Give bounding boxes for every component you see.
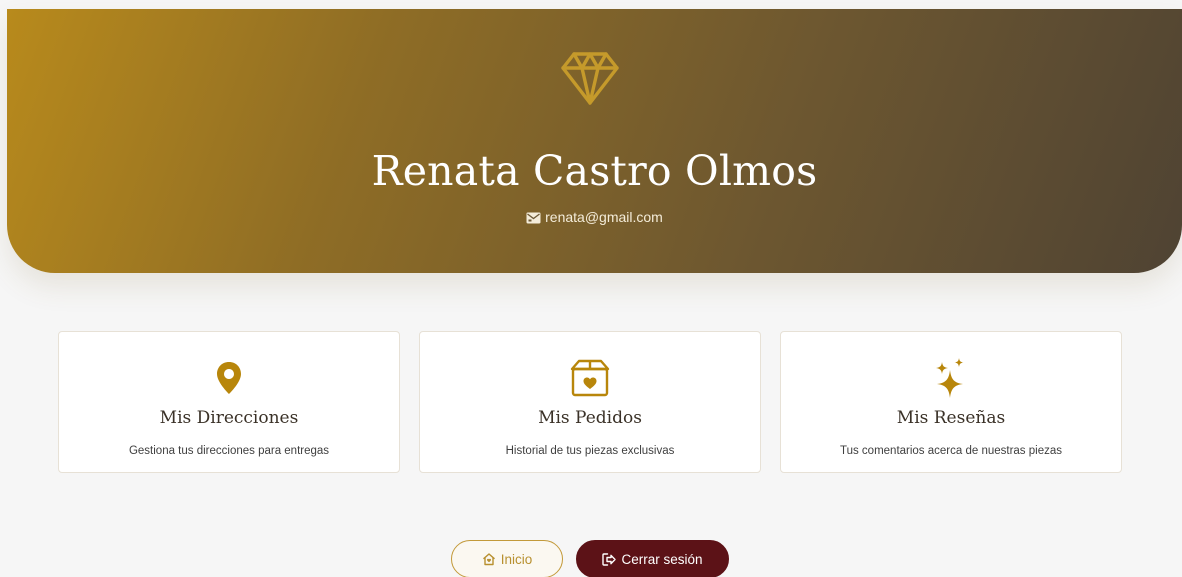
- card-title: Mis Reseñas: [896, 408, 1006, 428]
- logout-button-label: Cerrar sesión: [621, 551, 703, 567]
- user-email: renata@gmail.com: [7, 209, 1182, 225]
- card-title: Mis Pedidos: [538, 408, 642, 428]
- diamond-icon: [561, 52, 619, 105]
- user-email-text: renata@gmail.com: [545, 209, 663, 225]
- logout-button[interactable]: Cerrar sesión: [576, 540, 729, 577]
- envelope-icon: [526, 212, 541, 224]
- sparkles-icon: [929, 356, 973, 400]
- home-icon: [482, 553, 495, 566]
- card-addresses[interactable]: Mis Direcciones Gestiona tus direcciones…: [58, 331, 400, 473]
- home-button-label: Inicio: [500, 551, 533, 567]
- card-description: Historial de tus piezas exclusivas: [505, 445, 675, 457]
- card-description: Tus comentarios acerca de nuestras pieza…: [839, 445, 1062, 457]
- card-description: Gestiona tus direcciones para entregas: [128, 445, 330, 457]
- card-title: Mis Direcciones: [159, 408, 299, 428]
- logout-icon: [602, 552, 617, 566]
- card-reviews[interactable]: Mis Reseñas Tus comentarios acerca de nu…: [780, 331, 1122, 473]
- gift-box-icon: [568, 356, 612, 400]
- card-orders[interactable]: Mis Pedidos Historial de tus piezas excl…: [419, 331, 761, 473]
- home-button[interactable]: Inicio: [451, 540, 563, 577]
- profile-header: Renata Castro Olmos renata@gmail.com: [7, 9, 1182, 273]
- map-pin-icon: [207, 356, 251, 400]
- user-name: Renata Castro Olmos: [371, 147, 818, 195]
